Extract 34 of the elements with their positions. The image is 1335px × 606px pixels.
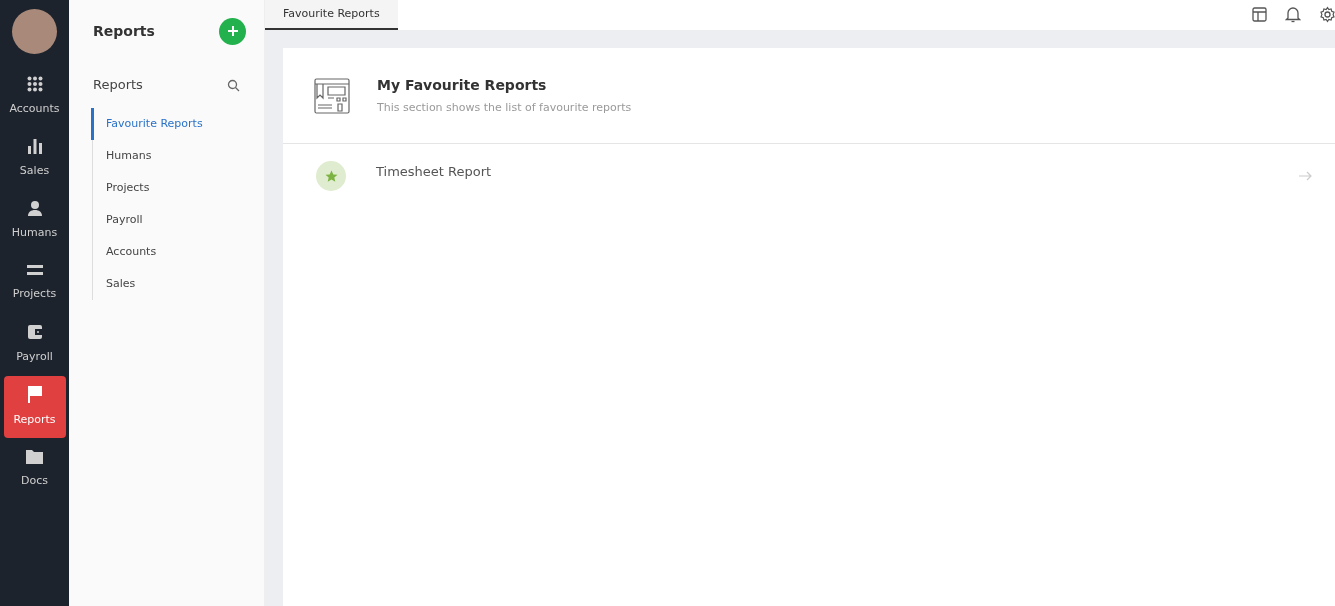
section-title: My Favourite Reports	[377, 75, 548, 95]
user-avatar[interactable]	[12, 9, 57, 54]
section-description: This section shows the list of favourite reports	[377, 99, 632, 116]
plus-icon	[226, 25, 239, 37]
lines-icon	[26, 263, 43, 278]
settings-icon[interactable]	[1319, 6, 1335, 23]
search-icon[interactable]	[227, 78, 240, 92]
folder-icon	[26, 448, 43, 464]
bell-icon[interactable]	[1285, 6, 1301, 23]
sidebar-item[interactable]: Payroll	[93, 204, 264, 236]
star-icon	[324, 169, 338, 183]
nav-item[interactable]: Payroll	[3, 314, 66, 376]
sidebar-item[interactable]: Projects	[93, 172, 264, 204]
grid-icon	[26, 76, 43, 93]
section-heading: Reports	[93, 76, 143, 95]
nav-item[interactable]: Accounts	[3, 66, 66, 128]
report-document-icon	[314, 77, 350, 114]
nav-item[interactable]: Reports	[3, 376, 66, 438]
person-icon	[26, 200, 43, 217]
bar-chart-icon	[26, 138, 43, 155]
wallet-icon	[26, 324, 43, 341]
tab[interactable]: Favourite Reports	[265, 0, 398, 30]
nav-item[interactable]: Sales	[3, 128, 66, 190]
nav-item[interactable]: Projects	[3, 252, 66, 314]
layout-icon[interactable]	[1252, 7, 1267, 22]
nav-item[interactable]: Humans	[3, 190, 66, 252]
sidebar-item[interactable]: Sales	[93, 268, 264, 300]
add-button[interactable]	[219, 17, 246, 45]
sidebar-item[interactable]: Accounts	[93, 236, 264, 268]
sidebar-item[interactable]: Humans	[93, 140, 264, 172]
flag-icon	[26, 385, 43, 404]
report-name[interactable]: Timesheet Report	[376, 162, 1299, 182]
nav-item[interactable]: Docs	[3, 438, 66, 500]
sidebar-title: Reports	[93, 21, 155, 41]
